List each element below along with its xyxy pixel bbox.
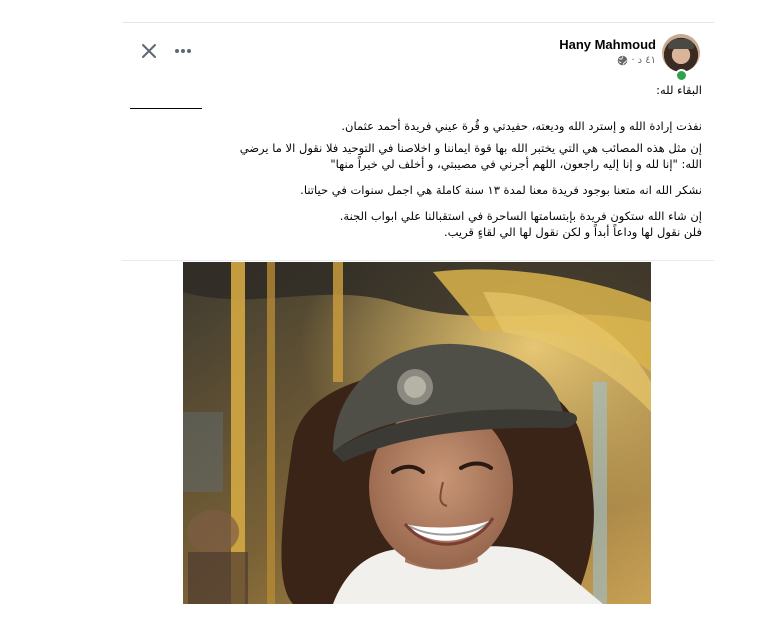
post-paragraph-4-line-2: فلن نقول لها وداعاً أبداً و لكن نقول لها… [443, 225, 702, 239]
post-header: Hany Mahmoud ٤١ د · [122, 22, 714, 82]
more-horizontal-icon [175, 49, 191, 53]
online-status-dot [675, 69, 688, 82]
post-card: Hany Mahmoud ٤١ د · البقاء لله: نفذت إرا… [122, 22, 714, 620]
more-options-button[interactable] [172, 40, 194, 62]
post-photo[interactable] [183, 262, 651, 604]
post-paragraph-4-line-1: إن شاء الله ستكون فريدة بإبتسامتها الساح… [339, 209, 702, 223]
post-time[interactable]: ٤١ د [638, 55, 656, 66]
text-photo-divider [122, 260, 714, 261]
photo-illustration [183, 262, 651, 604]
post-paragraph-2-line-1: إن مثل هذه المصائب هي التي يختبر الله به… [239, 141, 702, 155]
post-meta: ٤١ د · [617, 55, 656, 66]
close-icon [142, 44, 156, 58]
author-name[interactable]: Hany Mahmoud [559, 37, 656, 52]
meta-separator: · [631, 55, 635, 66]
post-paragraph-2-line-2: الله: "إنا لله و إنا إليه راجعون، اللهم … [330, 157, 702, 171]
post-text: البقاء لله: نفذت إرادة الله و إسترد الله… [130, 82, 702, 240]
globe-icon [618, 55, 628, 66]
post-paragraph-3: نشكر الله انه متعنا بوجود فريدة معنا لمد… [300, 183, 702, 197]
close-button[interactable] [137, 39, 161, 63]
post-paragraph-1: نفذت إرادة الله و إسترد الله وديعته، حفي… [341, 119, 702, 133]
author-avatar[interactable] [662, 34, 700, 72]
post-greeting: البقاء لله: [656, 83, 702, 97]
avatar-hat [668, 39, 694, 49]
